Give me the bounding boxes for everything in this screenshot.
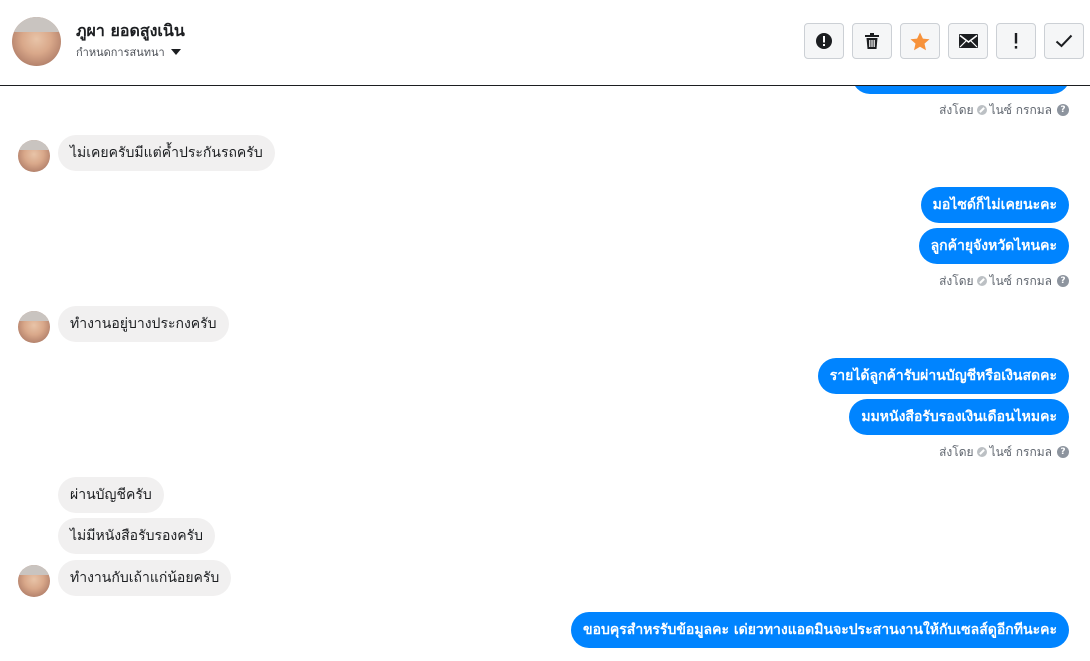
incoming-message[interactable]: ทำงานกับเถ้าแก่น้อยครับ xyxy=(58,560,232,596)
sent-by-row: ส่งโดย ไนซ์ กรกมล ? xyxy=(939,102,1069,118)
incoming-message[interactable]: ไม่มีหนังสือรับรองครับ xyxy=(58,518,216,554)
contact-avatar[interactable] xyxy=(12,17,61,66)
contact-avatar-small[interactable] xyxy=(18,140,50,172)
alert-circle-icon xyxy=(816,33,832,49)
contact-avatar-small[interactable] xyxy=(18,311,50,343)
agent-status-icon xyxy=(976,105,987,115)
header-actions xyxy=(804,23,1084,59)
incoming-message[interactable]: ทำงานอยู่บางประกงครับ xyxy=(58,306,229,342)
help-icon[interactable]: ? xyxy=(1057,446,1069,458)
star-button[interactable] xyxy=(900,23,940,59)
agent-status-icon xyxy=(976,276,987,286)
report-spam-button[interactable] xyxy=(804,23,844,59)
sent-by-agent: ไนซ์ กรกมล xyxy=(989,444,1052,459)
outgoing-message[interactable]: มอไซด์ก็ไม่เคยนะคะ xyxy=(920,187,1069,223)
sent-by-label: ส่งโดย xyxy=(939,444,974,459)
outgoing-message[interactable]: รายได้ลูกค้ารับผ่านบัญชีหรือเงินสดคะ xyxy=(817,358,1069,394)
contact-name[interactable]: ภูผา ยอดสูงเนิน xyxy=(76,19,185,44)
contact-avatar-small[interactable] xyxy=(18,565,50,597)
star-icon xyxy=(910,32,930,50)
envelope-icon xyxy=(958,34,978,48)
delete-button[interactable] xyxy=(852,23,892,59)
message-thread[interactable]: ส่งโดย ไนซ์ กรกมล ? ไม่เคยครับมีแต่ค้ำปร… xyxy=(0,86,1090,661)
exclamation-icon xyxy=(1014,33,1018,49)
sent-by-agent: ไนซ์ กรกมล xyxy=(989,102,1052,117)
mark-unread-button[interactable] xyxy=(948,23,988,59)
sent-by-label: ส่งโดย xyxy=(939,273,974,288)
previous-outgoing-bubble xyxy=(852,86,1070,94)
trash-icon xyxy=(865,33,879,49)
outgoing-message[interactable]: ขอบคุรสำหรรับข้อมูลคะ เด่ยวทางแอดมินจะปร… xyxy=(571,612,1069,648)
mark-done-button[interactable] xyxy=(1044,23,1084,59)
help-icon[interactable]: ? xyxy=(1057,275,1069,287)
follow-up-button[interactable] xyxy=(996,23,1036,59)
agent-status-icon xyxy=(976,447,987,457)
outgoing-message[interactable]: ลูกค้ายุจังหวัดไหนคะ xyxy=(918,228,1069,264)
conversation-header: ภูผา ยอดสูงเนิน กำหนดการสนทนา xyxy=(0,0,1090,86)
incoming-message[interactable]: ผ่านบัญชีครับ xyxy=(58,477,164,513)
help-icon[interactable]: ? xyxy=(1057,104,1069,116)
sent-by-agent: ไนซ์ กรกมล xyxy=(989,273,1052,288)
sent-by-label: ส่งโดย xyxy=(939,102,974,117)
caret-down-icon xyxy=(170,49,181,55)
assign-conversation-label: กำหนดการสนทนา xyxy=(76,46,165,59)
assign-conversation-dropdown[interactable]: กำหนดการสนทนา xyxy=(76,43,181,61)
sent-by-row: ส่งโดย ไนซ์ กรกมล ? xyxy=(939,273,1069,289)
check-icon xyxy=(1055,34,1073,48)
sent-by-row: ส่งโดย ไนซ์ กรกมล ? xyxy=(939,444,1069,460)
incoming-message[interactable]: ไม่เคยครับมีแต่ค้ำประกันรถครับ xyxy=(58,135,275,171)
outgoing-message[interactable]: มมหนังสือรับรองเงินเดือนไหมคะ xyxy=(849,399,1069,435)
